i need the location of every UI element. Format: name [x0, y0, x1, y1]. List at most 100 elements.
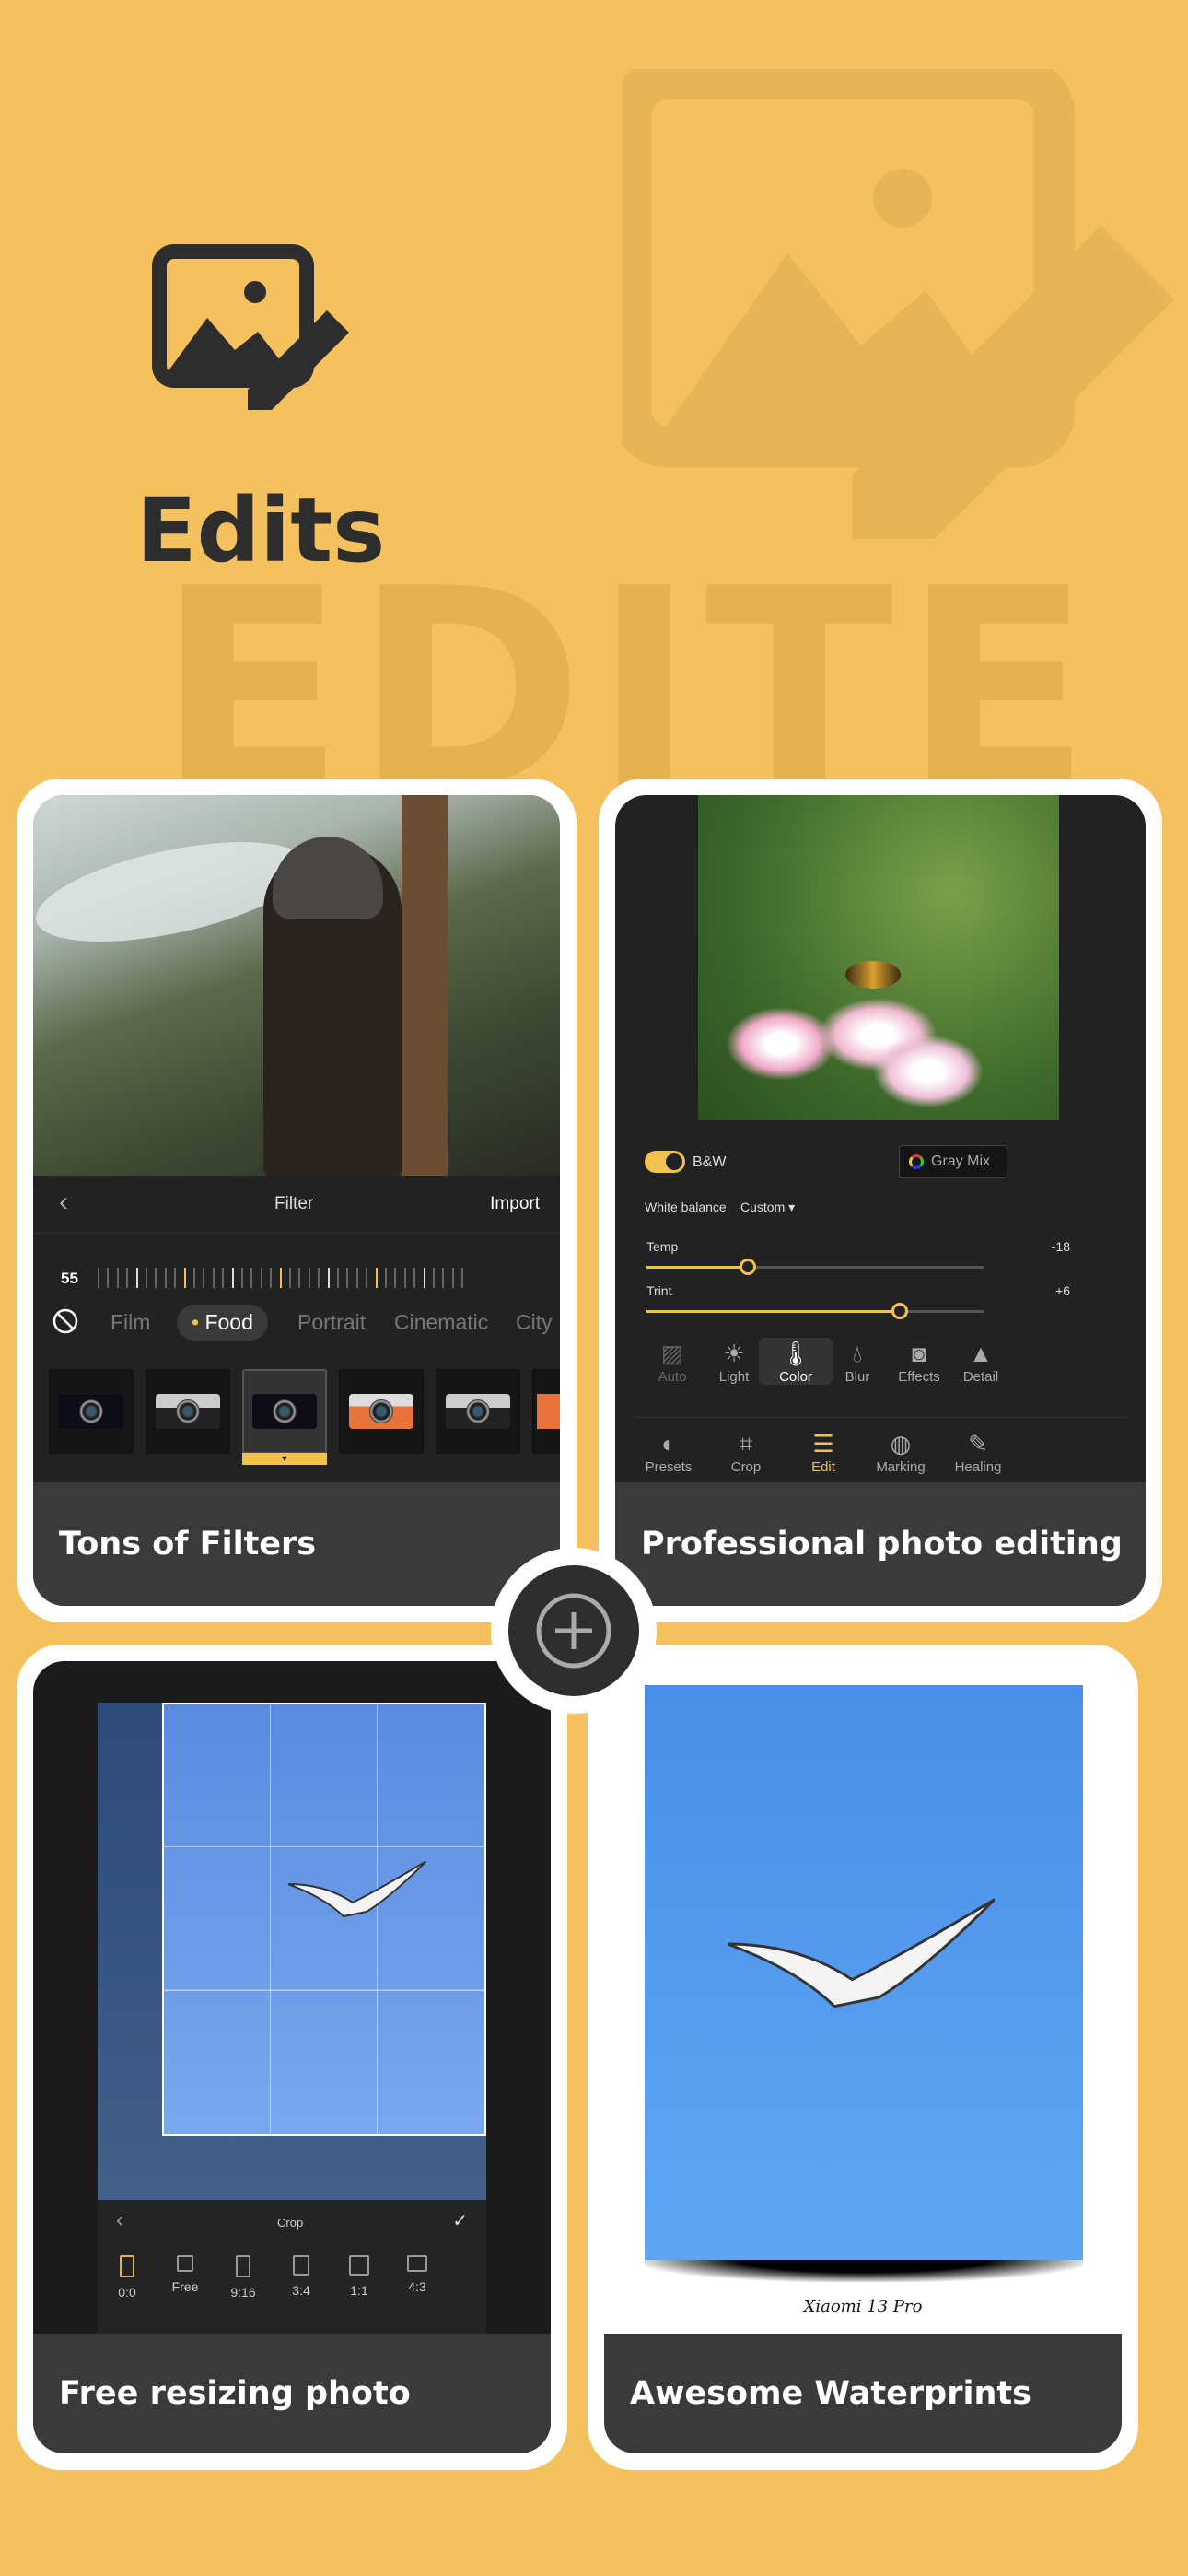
ratio-label: 3:4: [292, 2283, 310, 2298]
category-cinematic[interactable]: Cinematic: [394, 1310, 488, 1335]
ratio-label: 0:0: [118, 2285, 136, 2300]
slider-tick: [203, 1268, 205, 1288]
slider-tick: [433, 1268, 435, 1288]
white-balance-label: White balance: [645, 1200, 727, 1214]
slider-tick: [346, 1268, 349, 1288]
slider-tick: [107, 1268, 110, 1288]
temp-slider[interactable]: [646, 1259, 984, 1275]
tool-label: Detail: [962, 1369, 999, 1385]
marking-icon: ◍: [890, 1430, 912, 1458]
temp-value: -18: [1051, 1239, 1070, 1254]
filter-thumb[interactable]: [436, 1369, 520, 1454]
sliders-icon: ☰: [812, 1430, 834, 1458]
bw-toggle[interactable]: [645, 1151, 685, 1173]
slider-tick: [183, 1268, 186, 1288]
plus-circle-icon: [536, 1593, 611, 1669]
card-caption: Tons of Filters: [33, 1482, 560, 1606]
crop-frame[interactable]: [162, 1703, 486, 2136]
slider-fill: [646, 1266, 748, 1269]
card-caption: Free resizing photo: [33, 2334, 551, 2453]
slider-tick: [135, 1268, 138, 1288]
tab-label: Edit: [811, 1459, 835, 1475]
frame-shadow: [645, 2260, 1083, 2282]
category-film[interactable]: Film: [111, 1310, 150, 1335]
slider-tick: [279, 1268, 282, 1288]
card-caption: Awesome Waterprints: [604, 2334, 1122, 2453]
add-button[interactable]: [491, 1548, 657, 1714]
tab-marking[interactable]: ◍ Marking: [864, 1428, 938, 1475]
ratio-option[interactable]: 1:1: [332, 2255, 387, 2298]
back-button[interactable]: ‹: [59, 1187, 68, 1218]
ratio-option[interactable]: 0:0: [99, 2255, 155, 2300]
tab-edit[interactable]: ☰ Edit: [786, 1428, 860, 1475]
tab-crop[interactable]: ⌗ Crop: [709, 1428, 783, 1475]
category-portrait[interactable]: Portrait: [297, 1310, 366, 1335]
temp-label: Temp: [646, 1239, 679, 1254]
filter-intensity-value: 55: [61, 1270, 78, 1287]
slider-tick: [155, 1268, 157, 1288]
crop-icon: ⌗: [739, 1430, 753, 1458]
slider-tick: [403, 1268, 406, 1288]
filter-thumbnails: ▼: [49, 1369, 560, 1470]
crop-panel: ‹ Crop ✓ 0:0 Free 9:16 3:4 1:1 4:3: [98, 2200, 486, 2338]
slider-knob[interactable]: [891, 1303, 908, 1319]
confirm-button[interactable]: ✓: [452, 2209, 468, 2232]
ratio-option[interactable]: 9:16: [215, 2255, 271, 2300]
tool-detail[interactable]: ▲ Detail: [944, 1338, 1018, 1385]
slider-tick: [289, 1268, 291, 1288]
slider-tick: [126, 1268, 129, 1288]
slider-tick: [193, 1268, 195, 1288]
slider-tick: [250, 1268, 253, 1288]
ratio-icon: [177, 2255, 193, 2272]
slider-tick: [146, 1268, 147, 1288]
tab-presets[interactable]: ◐ Presets: [632, 1428, 705, 1475]
intensity-slider[interactable]: [98, 1266, 466, 1288]
card-filters: ‹ Filter Import 55 Film • Food Portrait …: [17, 779, 577, 1622]
ratio-option[interactable]: 3:4: [274, 2255, 329, 2298]
back-button[interactable]: ‹: [116, 2207, 123, 2233]
watermark-text: Xiaomi 13 Pro: [803, 2297, 923, 2316]
gray-mix-button[interactable]: Gray Mix: [899, 1145, 1007, 1178]
presets-icon: ◐: [661, 1430, 676, 1458]
slider-tick: [442, 1268, 445, 1288]
filter-thumb[interactable]: [339, 1369, 424, 1454]
card-watermarks: Xiaomi 13 Pro Awesome Waterprints: [588, 1645, 1138, 2470]
import-button[interactable]: Import: [490, 1194, 540, 1214]
filter-thumb[interactable]: [49, 1369, 134, 1454]
white-balance-dropdown[interactable]: Custom ▾: [740, 1200, 795, 1215]
slider-tick: [298, 1268, 301, 1288]
slider-tick: [231, 1268, 234, 1288]
slider-tick: [222, 1268, 225, 1288]
slider-tick: [355, 1268, 358, 1288]
slider-tick: [385, 1268, 387, 1288]
tab-healing[interactable]: ✎ Healing: [941, 1428, 1015, 1475]
filter-thumb[interactable]: [532, 1369, 560, 1454]
ratio-option[interactable]: 4:3: [390, 2255, 445, 2294]
seagull-image: [728, 1898, 995, 2008]
filter-title: Filter: [274, 1194, 314, 1213]
filter-thumb-selected[interactable]: ▼: [242, 1369, 327, 1465]
ratio-option[interactable]: Free: [157, 2255, 213, 2294]
slider-knob[interactable]: [739, 1259, 756, 1275]
ratio-label: 1:1: [350, 2283, 368, 2298]
seagull-image: [288, 1861, 426, 1918]
tint-value: +6: [1055, 1283, 1070, 1298]
slider-tick: [116, 1268, 119, 1288]
slider-tick: [366, 1268, 368, 1288]
card-editing: B&W Gray Mix White balance Custom ▾ Temp…: [599, 779, 1162, 1622]
category-food[interactable]: • Food: [177, 1305, 268, 1341]
slider-tick: [461, 1268, 464, 1288]
card-resizing: ‹ Crop ✓ 0:0 Free 9:16 3:4 1:1 4:3 Free resiz…: [17, 1645, 567, 2470]
bw-label: B&W: [693, 1154, 727, 1170]
tint-slider[interactable]: [646, 1303, 984, 1319]
category-food-label: Food: [204, 1310, 253, 1334]
ratio-label: 9:16: [230, 2285, 256, 2300]
color-wheel-icon: [909, 1154, 924, 1169]
slider-tick: [337, 1268, 339, 1288]
filter-thumb[interactable]: [146, 1369, 230, 1454]
category-city[interactable]: City: [516, 1310, 553, 1335]
slider-fill: [646, 1310, 900, 1313]
slider-tick: [241, 1268, 243, 1288]
slider-tick: [423, 1268, 425, 1288]
slider-tick: [394, 1268, 397, 1288]
